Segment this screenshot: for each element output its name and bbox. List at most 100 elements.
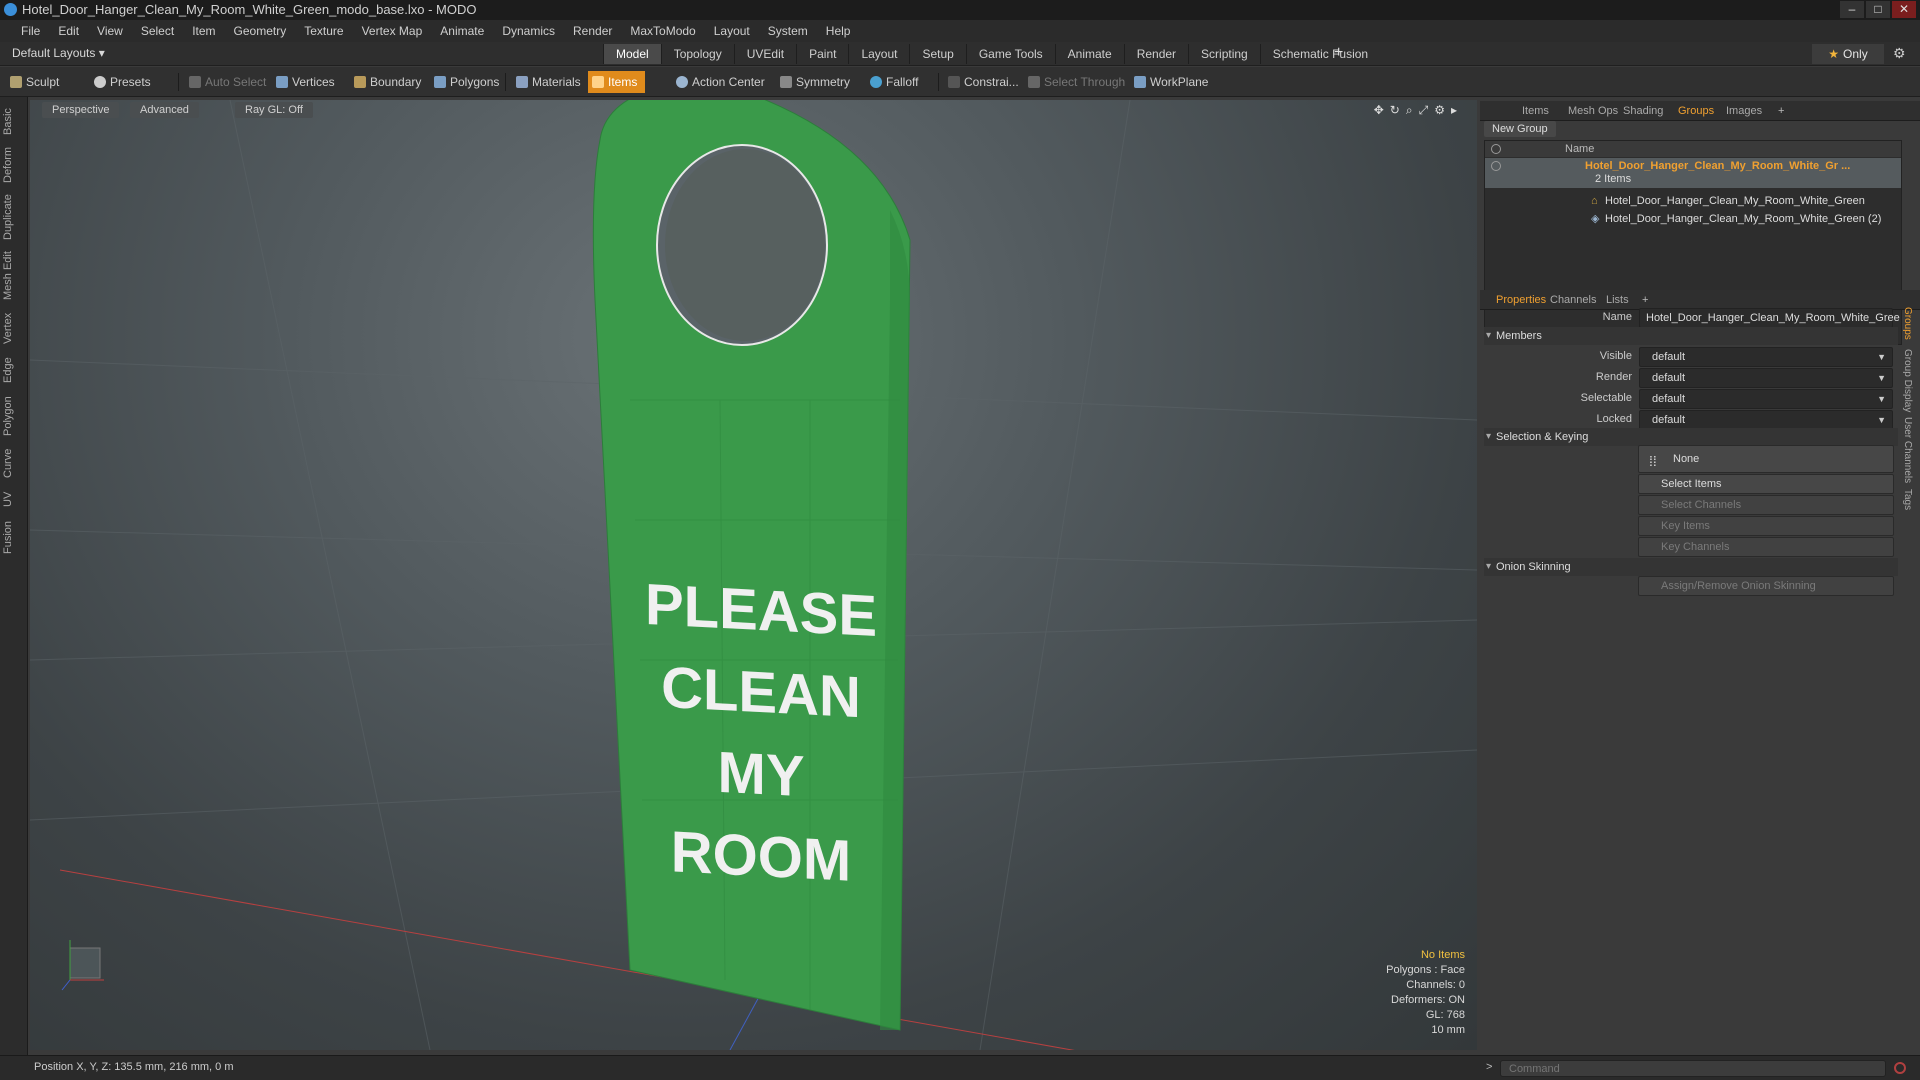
boundary-button[interactable]: Boundary: [350, 71, 421, 93]
symmetry-button[interactable]: Symmetry: [776, 71, 850, 93]
close-icon[interactable]: ✕: [1892, 1, 1916, 18]
fit-view-icon[interactable]: ⤢: [1419, 103, 1429, 118]
viewport-settings-icon[interactable]: ⚙: [1434, 103, 1445, 118]
menu-render[interactable]: Render: [564, 20, 621, 42]
menu-dynamics[interactable]: Dynamics: [493, 20, 564, 42]
side-tab-groups[interactable]: Groups: [1902, 307, 1913, 340]
tab-schematic-fusion[interactable]: Schematic Fusion: [1259, 44, 1380, 64]
tab-animate[interactable]: Animate: [1054, 44, 1124, 64]
tab-basic[interactable]: Basic: [2, 105, 24, 139]
tab-scripting[interactable]: Scripting: [1188, 44, 1260, 64]
menu-help[interactable]: Help: [817, 20, 860, 42]
group-row[interactable]: Hotel_Door_Hanger_Clean_My_Room_White_Gr…: [1485, 158, 1901, 188]
add-props-tab-icon[interactable]: +: [1642, 292, 1648, 308]
record-icon[interactable]: [1894, 1062, 1906, 1074]
select-through-button[interactable]: Select Through: [1024, 71, 1125, 93]
tab-channels[interactable]: Channels: [1550, 292, 1596, 308]
materials-button[interactable]: Materials: [512, 71, 581, 93]
tab-images[interactable]: Images: [1726, 103, 1762, 119]
tab-fusion[interactable]: Fusion: [2, 517, 24, 557]
presets-button[interactable]: Presets: [90, 71, 151, 93]
side-tab-user-channels[interactable]: User Channels: [1902, 417, 1913, 483]
selectable-dropdown[interactable]: default ▼: [1639, 389, 1893, 409]
add-tab-icon[interactable]: +: [1334, 44, 1343, 62]
tab-mesh-edit[interactable]: Mesh Edit: [2, 249, 24, 303]
selection-keying-section[interactable]: Selection & Keying: [1484, 428, 1898, 446]
menu-view[interactable]: View: [88, 20, 132, 42]
tab-curve[interactable]: Curve: [2, 445, 24, 481]
tab-topology[interactable]: Topology: [660, 44, 734, 64]
tab-paint[interactable]: Paint: [796, 44, 848, 64]
menu-edit[interactable]: Edit: [49, 20, 88, 42]
group-name-field[interactable]: Hotel_Door_Hanger_Clean_My_Room_White_Gr…: [1639, 308, 1900, 328]
tab-render[interactable]: Render: [1123, 44, 1188, 64]
onion-skinning-section[interactable]: Onion Skinning: [1484, 558, 1898, 576]
menu-vertex-map[interactable]: Vertex Map: [353, 20, 432, 42]
sculpt-button[interactable]: Sculpt: [6, 71, 59, 93]
menu-maxtomodo[interactable]: MaxToModo: [621, 20, 704, 42]
polygons-button[interactable]: Polygons: [430, 71, 499, 93]
side-tab-tags[interactable]: Tags: [1902, 489, 1913, 510]
key-channels-button[interactable]: Key Channels: [1638, 537, 1894, 557]
expand-arrow-icon[interactable]: ▸: [1451, 103, 1457, 118]
menu-geometry[interactable]: Geometry: [225, 20, 296, 42]
add-panel-tab-icon[interactable]: +: [1778, 103, 1784, 119]
default-layouts-dropdown[interactable]: Default Layouts ▾: [12, 46, 105, 60]
menu-file[interactable]: File: [12, 20, 49, 42]
side-tab-group-display[interactable]: Group Display: [1902, 349, 1913, 412]
constraints-button[interactable]: Constrai...: [944, 71, 1019, 93]
tab-layout[interactable]: Layout: [848, 44, 909, 64]
falloff-button[interactable]: Falloff: [866, 71, 918, 93]
tab-vertex[interactable]: Vertex: [2, 309, 24, 347]
auto-select-button[interactable]: Auto Select: [185, 71, 266, 93]
menu-texture[interactable]: Texture: [295, 20, 352, 42]
tab-duplicate[interactable]: Duplicate: [2, 191, 24, 243]
tab-edge[interactable]: Edge: [2, 353, 24, 387]
tab-lists[interactable]: Lists: [1606, 292, 1629, 308]
items-button[interactable]: Items: [588, 71, 646, 93]
members-section[interactable]: Members: [1484, 327, 1898, 345]
tab-shading[interactable]: Shading: [1623, 103, 1663, 119]
tab-uv[interactable]: UV: [2, 487, 24, 511]
tab-items[interactable]: Items: [1522, 103, 1549, 119]
tab-setup[interactable]: Setup: [909, 44, 965, 64]
key-items-button[interactable]: Key Items: [1638, 516, 1894, 536]
maximize-icon[interactable]: □: [1866, 1, 1890, 18]
raygl-dropdown[interactable]: Ray GL: Off: [235, 102, 313, 118]
none-button[interactable]: ⁞⁞ None: [1638, 445, 1894, 473]
tab-groups[interactable]: Groups: [1678, 103, 1714, 119]
advanced-dropdown[interactable]: Advanced: [130, 102, 199, 118]
rotate-view-icon[interactable]: ↻: [1390, 103, 1400, 118]
group-eye-icon[interactable]: [1491, 161, 1501, 171]
menu-select[interactable]: Select: [132, 20, 183, 42]
new-group-button[interactable]: New Group: [1484, 121, 1556, 137]
locked-dropdown[interactable]: default ▼: [1639, 410, 1893, 430]
gear-icon[interactable]: ⚙: [1893, 45, 1906, 62]
minimize-icon[interactable]: –: [1840, 1, 1864, 18]
vertices-button[interactable]: Vertices: [272, 71, 335, 93]
menu-layout[interactable]: Layout: [705, 20, 759, 42]
tab-model[interactable]: Model: [603, 44, 661, 64]
menu-system[interactable]: System: [759, 20, 817, 42]
tab-properties[interactable]: Properties: [1496, 292, 1546, 308]
select-items-button[interactable]: Select Items: [1638, 474, 1894, 494]
visible-dropdown[interactable]: default ▼: [1639, 347, 1893, 367]
move-view-icon[interactable]: ✥: [1374, 103, 1384, 118]
tab-deform[interactable]: Deform: [2, 145, 24, 185]
action-center-button[interactable]: Action Center: [672, 71, 765, 93]
render-dropdown[interactable]: default ▼: [1639, 368, 1893, 388]
select-channels-button[interactable]: Select Channels: [1638, 495, 1894, 515]
zoom-view-icon[interactable]: ⌕: [1406, 103, 1413, 118]
menu-item[interactable]: Item: [183, 20, 224, 42]
assign-onion-button[interactable]: Assign/Remove Onion Skinning: [1638, 576, 1894, 596]
tab-uvedit[interactable]: UVEdit: [733, 44, 796, 64]
menu-animate[interactable]: Animate: [431, 20, 493, 42]
tab-polygon[interactable]: Polygon: [2, 393, 24, 439]
only-button[interactable]: ★ Only: [1812, 44, 1884, 64]
3d-viewport[interactable]: PLEASE CLEAN MY ROOM Perspective Advance…: [30, 100, 1477, 1050]
tab-mesh-ops[interactable]: Mesh Ops: [1568, 103, 1618, 119]
command-input[interactable]: [1500, 1060, 1886, 1077]
perspective-dropdown[interactable]: Perspective: [42, 102, 120, 118]
workplane-button[interactable]: WorkPlane: [1130, 71, 1208, 93]
tab-game-tools[interactable]: Game Tools: [965, 44, 1055, 64]
